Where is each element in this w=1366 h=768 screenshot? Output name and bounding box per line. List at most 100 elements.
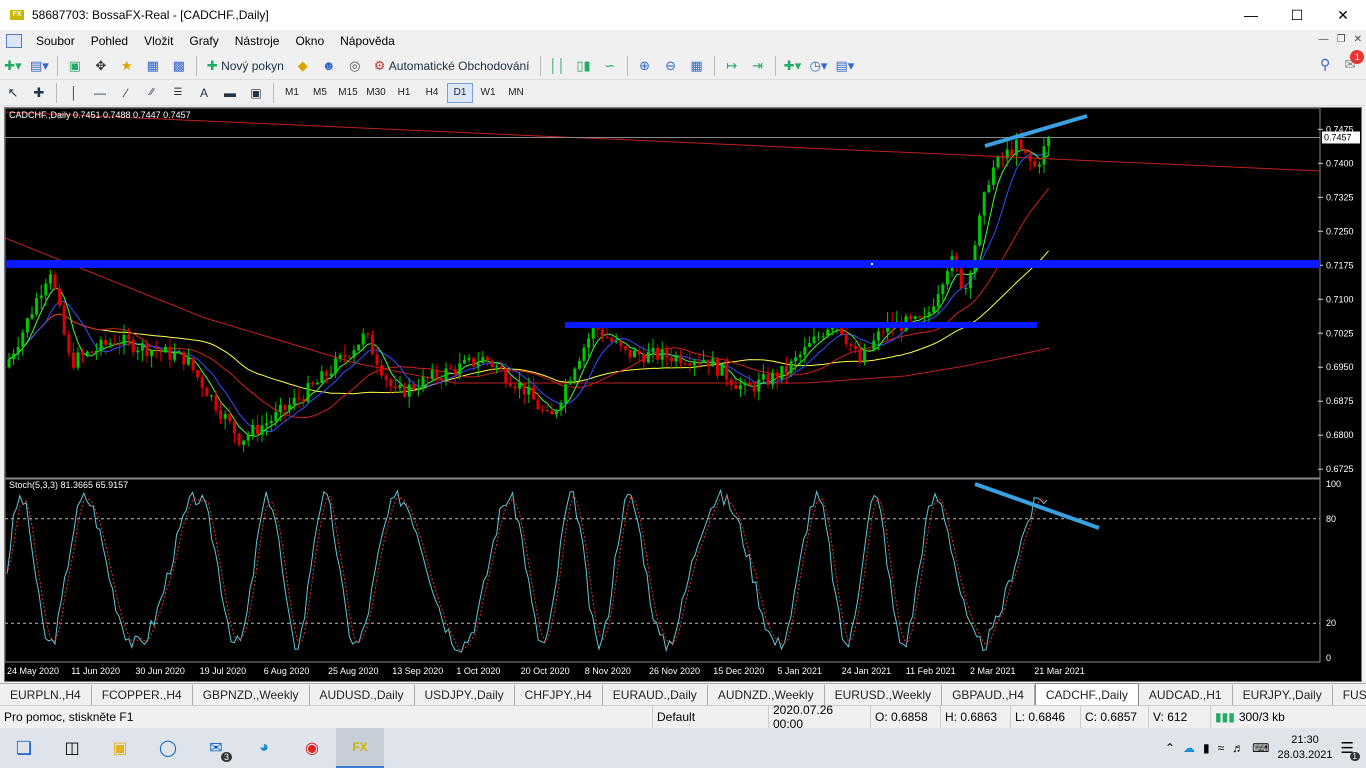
mdi-close-button[interactable]: ✕ (1354, 34, 1362, 45)
signals-button[interactable]: ◎ (344, 55, 366, 77)
app-s-button[interactable]: ◉ (288, 728, 336, 768)
menu-okno[interactable]: Okno (287, 34, 332, 48)
timeframe-m15[interactable]: M15 (335, 83, 361, 103)
indicators-button[interactable]: ✚▾ (782, 55, 804, 77)
crosshair-tool[interactable]: ✚ (28, 82, 50, 104)
action-center-icon[interactable]: ☰ 1 (1341, 739, 1360, 761)
timeframe-w1[interactable]: W1 (475, 83, 501, 103)
chart-tab[interactable]: CADCHF.,Daily (1034, 683, 1139, 705)
chart-tab[interactable]: GBPAUD.,H4 (942, 685, 1035, 705)
community-button[interactable]: ☻ (318, 55, 340, 77)
line-chart-button[interactable]: ∽ (599, 55, 621, 77)
bar-chart-button[interactable]: ││ (547, 55, 569, 77)
mdi-minimize-button[interactable]: — (1319, 34, 1329, 45)
mdi-window-icon[interactable] (6, 34, 22, 48)
menu-pohled[interactable]: Pohled (83, 34, 136, 48)
mdi-restore-button[interactable]: ❐ (1337, 34, 1346, 45)
menu-vlozit[interactable]: Vložit (136, 34, 181, 48)
onedrive-icon[interactable]: ☁ (1183, 741, 1195, 755)
menu-nastroje[interactable]: Nástroje (227, 34, 288, 48)
maximize-button[interactable]: ☐ (1274, 0, 1320, 30)
chart-window[interactable]: 0.7475 0.7400 0.7325 0.7250 0.7175 0.7100 0.70… (4, 107, 1362, 682)
candle-body (909, 316, 913, 320)
language-icon[interactable]: ⌨ (1252, 741, 1269, 755)
text-tool[interactable]: A (193, 82, 215, 104)
zoom-in-button[interactable]: ⊕ (634, 55, 656, 77)
timeframe-m5[interactable]: M5 (307, 83, 333, 103)
date-tick-label: 6 Aug 2020 (264, 666, 310, 676)
vertical-line-tool[interactable]: │ (63, 82, 85, 104)
cursor-tool[interactable]: ↖ (2, 82, 24, 104)
edge-button[interactable]: ◕ (240, 728, 288, 768)
minimize-button[interactable]: — (1228, 0, 1274, 30)
templates-button[interactable]: ▤▾ (834, 55, 857, 77)
menu-soubor[interactable]: Soubor (28, 34, 83, 48)
trendline-tool[interactable]: ∕ (115, 82, 137, 104)
candle-body (881, 331, 885, 333)
chart-tab[interactable]: USDJPY.,Daily (415, 685, 515, 705)
close-button[interactable]: ✕ (1320, 0, 1366, 30)
new-chart-button[interactable]: ✚▾ (2, 55, 24, 77)
new-order-button[interactable]: ✚ Nový pokyn (203, 55, 288, 77)
zoom-out-button[interactable]: ⊖ (660, 55, 682, 77)
status-high: H: 0.6863 (940, 705, 1010, 728)
auto-trading-button[interactable]: ⚙ Automatické Obchodování (370, 55, 534, 77)
channel-tool[interactable]: ∕∕ (141, 82, 163, 104)
candle-body (541, 409, 545, 411)
arrows-tool[interactable]: ▣ (245, 82, 267, 104)
terminal-button[interactable]: ▦ (142, 55, 164, 77)
metaeditor-button[interactable]: ◆ (292, 55, 314, 77)
chevron-up-icon[interactable]: ⌃ (1165, 741, 1175, 755)
auto-scroll-button[interactable]: ↦ (721, 55, 743, 77)
profiles-button[interactable]: ▤▾ (28, 55, 51, 77)
notifications-icon[interactable]: ✉ 1 (1344, 50, 1365, 73)
candle-body (30, 314, 34, 319)
chart-tab[interactable]: AUDUSD.,Daily (310, 685, 415, 705)
teamviewer-button[interactable]: ◯ (144, 728, 192, 768)
data-window-button[interactable]: ✥ (90, 55, 112, 77)
timeframe-h1[interactable]: H1 (391, 83, 417, 103)
candle-body (711, 358, 715, 367)
main-pane-frame (5, 108, 1321, 479)
timeframe-d1[interactable]: D1 (447, 82, 473, 103)
navigator-button[interactable]: ★ (116, 55, 138, 77)
fibo-tool[interactable]: ☰ (167, 82, 189, 104)
volume-icon[interactable]: ♬ (1232, 741, 1244, 755)
chart-tab[interactable]: EURAUD.,Daily (603, 685, 708, 705)
start-button[interactable]: ❏ (0, 728, 48, 768)
file-explorer-button[interactable]: ▣ (96, 728, 144, 768)
timeframe-mn[interactable]: MN (503, 83, 529, 103)
mail-button[interactable]: ✉ 3 (192, 728, 240, 768)
candle-body (219, 410, 223, 419)
battery-icon[interactable]: ▮ (1203, 741, 1210, 755)
timeframe-m30[interactable]: M30 (363, 83, 389, 103)
chart-tab[interactable]: GBPNZD.,Weekly (193, 685, 310, 705)
horizontal-line-tool[interactable]: — (89, 82, 111, 104)
chart-tabs: EURPLN.,H4 FCOPPER.,H4 GBPNZD.,Weekly AUDUS… (0, 683, 1366, 705)
label-tool[interactable]: ▬ (219, 82, 241, 104)
candle-chart-button[interactable]: ▯▮ (573, 55, 595, 77)
chart-tab[interactable]: FCOPPER.,H4 (92, 685, 193, 705)
candle-body (807, 343, 811, 347)
fx-app-button[interactable]: FX (336, 728, 384, 768)
vertical-line-icon: │ (70, 85, 78, 100)
timeframe-h4[interactable]: H4 (419, 83, 445, 103)
price-chart[interactable]: 0.74750.74000.73250.72500.71750.71000.70… (5, 108, 1361, 681)
chart-tab[interactable]: FUS500. (1333, 685, 1366, 705)
chart-tab[interactable]: EURJPY.,Daily (1233, 685, 1333, 705)
market-watch-button[interactable]: ▣ (64, 55, 86, 77)
chart-tab[interactable]: EURPLN.,H4 (0, 685, 92, 705)
tester-button[interactable]: ▩ (168, 55, 190, 77)
chart-tab[interactable]: CHFJPY.,H4 (515, 685, 603, 705)
chart-tab[interactable]: AUDCAD.,H1 (1139, 685, 1233, 705)
wifi-icon[interactable]: ≈ (1218, 741, 1225, 755)
chart-shift-button[interactable]: ⇥ (747, 55, 769, 77)
task-view-button[interactable]: ◫ (48, 728, 96, 768)
menu-napoveda[interactable]: Nápověda (332, 34, 403, 48)
tile-windows-button[interactable]: ▦ (686, 55, 708, 77)
timeframe-m1[interactable]: M1 (279, 83, 305, 103)
clock[interactable]: 21:30 28.03.2021 (1277, 733, 1332, 763)
search-icon[interactable]: ⚲ (1320, 56, 1330, 73)
menu-grafy[interactable]: Grafy (181, 34, 226, 48)
periods-button[interactable]: ◷▾ (808, 55, 830, 77)
